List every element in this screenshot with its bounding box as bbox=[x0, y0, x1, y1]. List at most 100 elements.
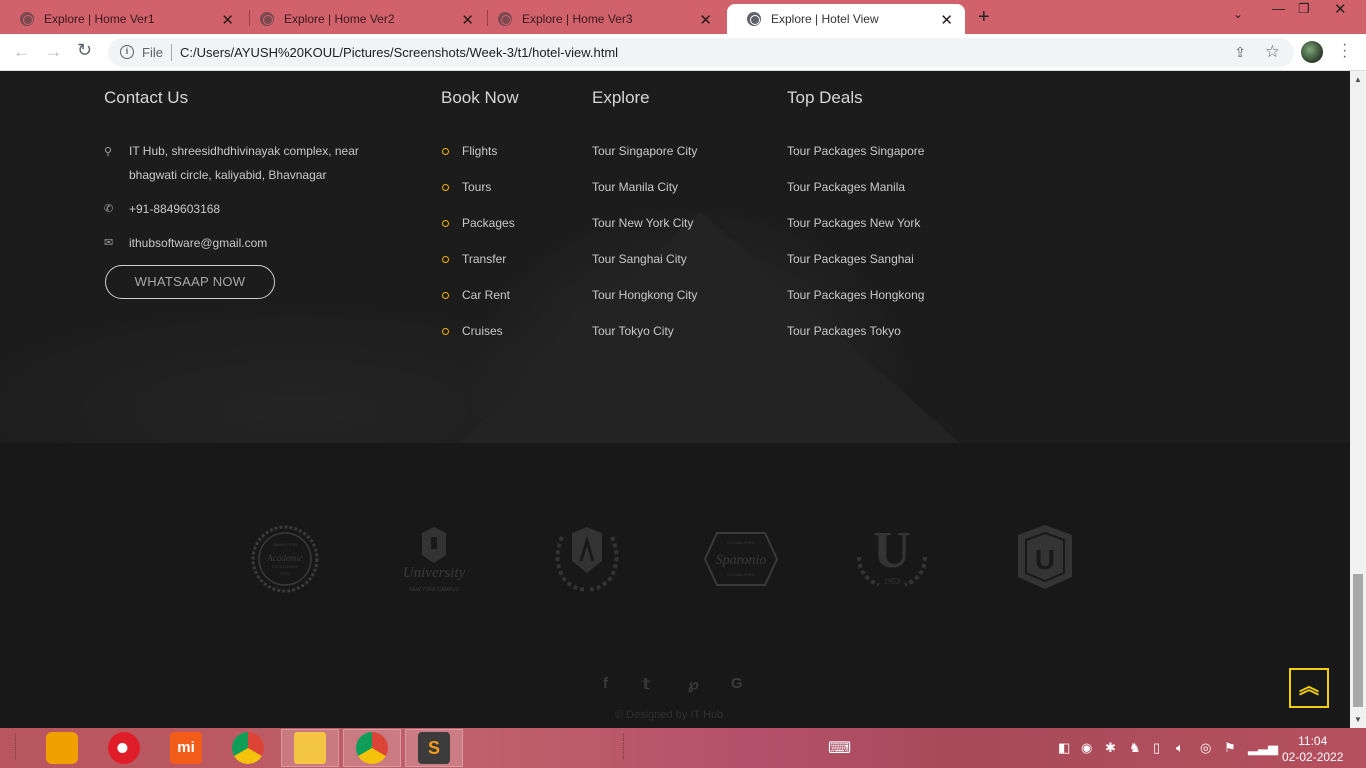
share-icon[interactable]: ⇪ bbox=[1234, 44, 1246, 61]
shield-u-logo: U bbox=[1018, 525, 1072, 589]
tray-app-icon[interactable]: ◎ bbox=[1200, 740, 1211, 756]
svg-text:1953: 1953 bbox=[884, 577, 900, 586]
signal-icon[interactable]: ▂▃▅ bbox=[1248, 740, 1278, 756]
taskbar-grip-icon: ⁞ ⁞ ⁞ bbox=[622, 733, 625, 762]
browser-tab-strip: Explore | Home Ver1 ✕ Explore | Home Ver… bbox=[0, 0, 1366, 34]
svg-text:ESTABLISHED: ESTABLISHED bbox=[727, 572, 754, 577]
page-scrollbar[interactable]: ▲ ▼ bbox=[1350, 71, 1366, 728]
explore-link[interactable]: Tour Manila City bbox=[592, 180, 678, 194]
scrollbar-thumb[interactable] bbox=[1353, 574, 1363, 707]
system-clock[interactable]: 11:04 02-02-2022 bbox=[1282, 733, 1343, 765]
link-label: Flights bbox=[462, 144, 498, 158]
tab-home-ver1[interactable]: Explore | Home Ver1 ✕ bbox=[0, 4, 246, 34]
svg-text:Sparonio: Sparonio bbox=[716, 553, 767, 568]
new-tab-icon[interactable]: + bbox=[978, 6, 990, 29]
battery-icon[interactable]: ▯ bbox=[1153, 740, 1160, 756]
windows-taskbar: ⁞ ⁞ ⁞ mi S ⁞ ⁞ ⁞ ⌨ ◧ ◉ ✱ ♞ ▯ 🔈︎ ◎ ⚑ ▂▃▅ 11:0… bbox=[0, 728, 1366, 768]
svg-text:EXCELLENCE: EXCELLENCE bbox=[272, 564, 299, 569]
svg-text:U: U bbox=[1035, 544, 1055, 575]
u-1953-logo: U 1953 bbox=[857, 522, 927, 587]
search-tray-icon[interactable]: ◉ bbox=[1081, 740, 1092, 756]
tray-app-icon[interactable]: ◧ bbox=[1058, 740, 1070, 756]
uc-browser-icon[interactable] bbox=[108, 732, 140, 764]
envelope-icon: ✉ bbox=[104, 237, 114, 249]
tab-label: Explore | Home Ver2 bbox=[284, 12, 395, 26]
globe-icon bbox=[498, 12, 512, 26]
pinterest-icon[interactable]: ℘ bbox=[688, 675, 698, 693]
address-line-2: bhagwati circle, kaliyabid, Bhavnagar bbox=[129, 168, 327, 182]
address-bar[interactable]: i File C:/Users/AYUSH%20KOUL/Pictures/Sc… bbox=[108, 38, 1294, 67]
scroll-down-arrow-icon[interactable]: ▼ bbox=[1354, 715, 1362, 724]
mi-app-icon[interactable]: mi bbox=[170, 732, 202, 764]
forward-arrow-icon[interactable]: → bbox=[45, 42, 62, 62]
close-icon[interactable]: ✕ bbox=[461, 11, 474, 29]
url-text[interactable]: C:/Users/AYUSH%20KOUL/Pictures/Screensho… bbox=[180, 45, 618, 60]
reload-icon[interactable]: ↻ bbox=[77, 40, 92, 61]
email-address[interactable]: ithubsoftware@gmail.com bbox=[129, 231, 267, 255]
partner-logos-section: AWARD FOR Academic EXCELLENCE 2013 Unive… bbox=[0, 443, 1350, 728]
close-icon[interactable]: ✕ bbox=[699, 11, 712, 29]
tray-app-icon[interactable]: ♞ bbox=[1129, 740, 1141, 756]
book-item-packages[interactable]: Packages bbox=[442, 216, 515, 230]
window-close-icon[interactable]: ✕ bbox=[1334, 0, 1347, 18]
sparonio-logo: ESTABLISHED Sparonio ESTABLISHED bbox=[703, 532, 779, 586]
color-tray-icon[interactable]: ✱ bbox=[1105, 740, 1116, 756]
tab-home-ver3[interactable]: Explore | Home Ver3 ✕ bbox=[478, 4, 724, 34]
twitter-icon[interactable]: 𝕥 bbox=[643, 675, 650, 693]
minimize-icon[interactable]: — bbox=[1272, 1, 1285, 16]
laurel-shield-logo bbox=[555, 527, 619, 592]
app-launcher-icon[interactable] bbox=[46, 732, 78, 764]
explore-link[interactable]: Tour Sanghai City bbox=[592, 252, 687, 266]
deal-link[interactable]: Tour Packages New York bbox=[787, 216, 920, 230]
chrome-icon[interactable] bbox=[356, 732, 388, 764]
close-icon[interactable]: ✕ bbox=[221, 11, 234, 29]
link-label: Cruises bbox=[462, 324, 503, 338]
facebook-icon[interactable]: f bbox=[603, 675, 608, 692]
academic-award-logo: AWARD FOR Academic EXCELLENCE 2013 bbox=[251, 525, 319, 593]
network-off-icon[interactable]: ⚑ bbox=[1224, 740, 1236, 756]
tab-home-ver2[interactable]: Explore | Home Ver2 ✕ bbox=[240, 4, 486, 34]
deal-link[interactable]: Tour Packages Sanghai bbox=[787, 252, 914, 266]
profile-avatar[interactable] bbox=[1301, 41, 1323, 63]
explore-link[interactable]: Tour Singapore City bbox=[592, 144, 697, 158]
book-item-car-rent[interactable]: Car Rent bbox=[442, 288, 510, 302]
book-item-transfer[interactable]: Transfer bbox=[442, 252, 506, 266]
tab-label: Explore | Home Ver3 bbox=[522, 12, 633, 26]
close-icon[interactable]: ✕ bbox=[940, 11, 953, 29]
page-viewport: Contact Us ⚲ IT Hub, shreesidhdhivinayak… bbox=[0, 71, 1350, 728]
phone-number[interactable]: +91-8849603168 bbox=[129, 197, 220, 221]
restore-icon[interactable]: ❐ bbox=[1298, 1, 1310, 17]
whatsapp-button[interactable]: WHATSAAP NOW bbox=[105, 265, 275, 299]
volume-icon[interactable]: 🔈︎ bbox=[1176, 740, 1184, 756]
deal-link[interactable]: Tour Packages Hongkong bbox=[787, 288, 924, 302]
explore-link[interactable]: Tour Tokyo City bbox=[592, 324, 674, 338]
explore-link[interactable]: Tour New York City bbox=[592, 216, 693, 230]
deal-link[interactable]: Tour Packages Singapore bbox=[787, 144, 924, 158]
explore-link[interactable]: Tour Hongkong City bbox=[592, 288, 697, 302]
bookmark-star-icon[interactable]: ☆ bbox=[1265, 42, 1280, 62]
kebab-menu-icon[interactable]: · · · bbox=[1342, 37, 1347, 65]
file-explorer-icon[interactable] bbox=[294, 732, 326, 764]
keyboard-icon[interactable]: ⌨ bbox=[828, 738, 851, 758]
globe-icon bbox=[20, 12, 34, 26]
contact-title: Contact Us bbox=[104, 88, 189, 107]
bullet-icon bbox=[442, 291, 449, 299]
back-arrow-icon[interactable]: ← bbox=[13, 42, 30, 62]
tab-hotel-view[interactable]: Explore | Hotel View ✕ bbox=[727, 4, 965, 34]
back-to-top-button[interactable]: ︽ bbox=[1289, 668, 1329, 708]
deal-link[interactable]: Tour Packages Manila bbox=[787, 180, 905, 194]
tab-search-icon[interactable]: ⌄ bbox=[1233, 7, 1243, 21]
info-icon[interactable]: i bbox=[120, 45, 134, 59]
book-item-tours[interactable]: Tours bbox=[442, 180, 491, 194]
scroll-up-arrow-icon[interactable]: ▲ bbox=[1354, 75, 1362, 84]
chrome-icon[interactable] bbox=[232, 732, 264, 764]
link-label: Tours bbox=[462, 180, 492, 194]
sublime-text-icon[interactable]: S bbox=[418, 732, 450, 764]
google-icon[interactable]: G bbox=[731, 675, 743, 692]
link-label: Transfer bbox=[462, 252, 507, 266]
book-item-flights[interactable]: Flights bbox=[442, 144, 497, 158]
scheme-label: File bbox=[142, 45, 163, 60]
deal-link[interactable]: Tour Packages Tokyo bbox=[787, 324, 901, 338]
taskbar-grip-icon: ⁞ ⁞ ⁞ bbox=[14, 733, 17, 762]
book-item-cruises[interactable]: Cruises bbox=[442, 324, 503, 338]
